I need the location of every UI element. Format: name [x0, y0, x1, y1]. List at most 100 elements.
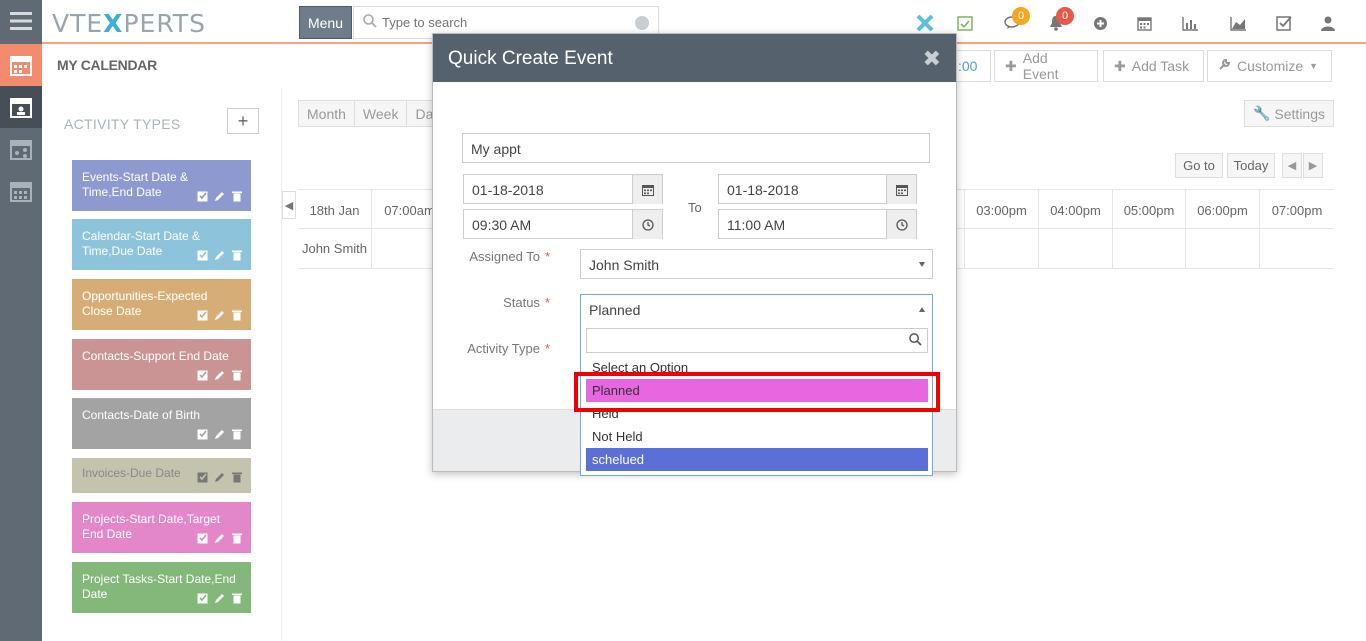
- bar-chart-icon[interactable]: [1180, 13, 1200, 33]
- goto-button[interactable]: Go to: [1175, 153, 1223, 178]
- tab-month[interactable]: Month: [298, 100, 355, 127]
- add-event-button[interactable]: ✚ Add Event: [994, 50, 1098, 82]
- timeline-slot[interactable]: [1259, 229, 1334, 269]
- add-task-button[interactable]: ✚ Add Task: [1103, 50, 1204, 82]
- trash-icon[interactable]: [231, 592, 243, 604]
- assigned-to-value: John Smith: [589, 257, 660, 273]
- trash-icon[interactable]: [231, 471, 243, 483]
- next-arrow-icon[interactable]: ▶: [1303, 153, 1323, 178]
- checkbox-icon[interactable]: [197, 309, 209, 321]
- required-marker: *: [544, 341, 550, 356]
- trash-icon[interactable]: [231, 369, 243, 381]
- shared-calendar-icon[interactable]: [0, 128, 42, 170]
- calendar-list-icon[interactable]: [0, 170, 42, 212]
- menu-button[interactable]: Menu: [299, 6, 352, 39]
- activity-actions: [197, 309, 243, 321]
- area-chart-icon[interactable]: [1228, 13, 1248, 33]
- activity-type-item[interactable]: Calendar-Start Date & Time,Due Date: [72, 219, 251, 270]
- pencil-icon[interactable]: [214, 428, 226, 440]
- today-button[interactable]: Today: [1227, 153, 1275, 178]
- bell-badge: 0: [1056, 7, 1074, 25]
- plus-icon: ✚: [1005, 57, 1017, 74]
- checkbox-icon[interactable]: [1274, 13, 1294, 33]
- hamburger-menu-icon[interactable]: [0, 0, 42, 42]
- end-time-value: 11:00 AM: [727, 217, 786, 233]
- calendar-icon[interactable]: [886, 175, 916, 204]
- calendar-icon[interactable]: [632, 175, 662, 204]
- vtexperts-logo[interactable]: VTEXPERTS: [52, 9, 206, 38]
- timeline-hour: 06:00pm: [1185, 190, 1259, 230]
- clock-icon[interactable]: [632, 210, 662, 239]
- calendar-icon[interactable]: [1134, 13, 1154, 33]
- my-calendar-icon[interactable]: [0, 86, 42, 128]
- checkbox-icon[interactable]: [197, 532, 209, 544]
- trash-icon[interactable]: [231, 190, 243, 202]
- tab-week[interactable]: Week: [353, 100, 408, 127]
- status-label-text: Status: [503, 295, 540, 310]
- customize-button[interactable]: Customize ▼: [1207, 50, 1332, 82]
- calendar-icon[interactable]: [0, 44, 42, 86]
- status-select[interactable]: Planned: [580, 294, 933, 324]
- checkbox-icon[interactable]: [197, 592, 209, 604]
- checkbox-icon[interactable]: [197, 471, 209, 483]
- trash-icon[interactable]: [231, 428, 243, 440]
- clock-icon[interactable]: [886, 210, 916, 239]
- chat-icon[interactable]: 0: [1002, 7, 1030, 33]
- user-icon[interactable]: [1318, 13, 1338, 33]
- calendar-check-icon[interactable]: [955, 13, 975, 33]
- activity-type-item[interactable]: Contacts-Support End Date: [72, 339, 251, 390]
- end-time-field[interactable]: 11:00 AM: [718, 209, 917, 239]
- status-label: Status *: [450, 295, 550, 310]
- end-date-field[interactable]: 01-18-2018: [718, 174, 917, 204]
- checkbox-icon[interactable]: [197, 428, 209, 440]
- timeline-left-arrow-icon[interactable]: ◀: [282, 191, 296, 219]
- pencil-icon[interactable]: [214, 592, 226, 604]
- close-icon[interactable]: ✖: [923, 46, 941, 72]
- add-activity-type-button[interactable]: +: [227, 108, 259, 134]
- trash-icon[interactable]: [231, 309, 243, 321]
- prev-arrow-icon[interactable]: ◀: [1282, 153, 1302, 178]
- pencil-icon[interactable]: [214, 309, 226, 321]
- subject-field[interactable]: My appt: [462, 133, 930, 163]
- pencil-icon[interactable]: [214, 532, 226, 544]
- bell-icon[interactable]: 0: [1046, 7, 1074, 33]
- pencil-icon[interactable]: [214, 190, 226, 202]
- activity-type-item[interactable]: Contacts-Date of Birth: [72, 398, 251, 449]
- timeline-slot[interactable]: [964, 229, 1038, 269]
- wrench-icon: 🔧: [1252, 105, 1271, 121]
- assigned-to-select[interactable]: John Smith: [580, 249, 933, 279]
- activity-type-item[interactable]: Opportunities-Expected Close Date: [72, 279, 251, 330]
- plus-circle-icon[interactable]: [1090, 13, 1110, 33]
- activity-type-label: Events-Start Date & Time,End Date: [82, 170, 189, 199]
- start-date-field[interactable]: 01-18-2018: [463, 174, 663, 204]
- chevron-down-icon[interactable]: [635, 16, 649, 30]
- search-input[interactable]: [382, 15, 622, 30]
- pencil-icon[interactable]: [214, 369, 226, 381]
- pencil-icon[interactable]: [214, 249, 226, 261]
- dropdown-search-input[interactable]: [586, 328, 928, 353]
- timeline-slot[interactable]: [1038, 229, 1112, 269]
- trash-icon[interactable]: [231, 249, 243, 261]
- trash-icon[interactable]: [231, 532, 243, 544]
- checkbox-icon[interactable]: [197, 249, 209, 261]
- activity-type-item[interactable]: Project Tasks-Start Date,End Date: [72, 562, 251, 613]
- checkbox-icon[interactable]: [197, 369, 209, 381]
- caret-down-icon: ▼: [1309, 61, 1319, 71]
- chat-badge: 0: [1012, 7, 1030, 25]
- activity-type-item[interactable]: Projects-Start Date,Target End Date: [72, 502, 251, 553]
- activity-type-item[interactable]: Invoices-Due Date: [72, 458, 251, 493]
- activity-type-item[interactable]: Events-Start Date & Time,End Date: [72, 160, 251, 211]
- activity-actions: [197, 369, 243, 381]
- settings-button[interactable]: 🔧 Settings: [1244, 100, 1334, 127]
- status-option-not-held[interactable]: Not Held: [586, 425, 928, 448]
- pencil-icon[interactable]: [214, 471, 226, 483]
- start-time-field[interactable]: 09:30 AM: [463, 209, 663, 239]
- logo-text-x: X: [103, 9, 124, 38]
- timeline-slot[interactable]: [1112, 229, 1185, 269]
- add-task-label: Add Task: [1131, 58, 1190, 74]
- status-option-schelued[interactable]: schelued: [586, 448, 928, 471]
- x-brand-icon[interactable]: [915, 13, 935, 33]
- timeline-slot[interactable]: [1185, 229, 1259, 269]
- checkbox-icon[interactable]: [197, 190, 209, 202]
- logo-text-pre: VTE: [52, 9, 104, 38]
